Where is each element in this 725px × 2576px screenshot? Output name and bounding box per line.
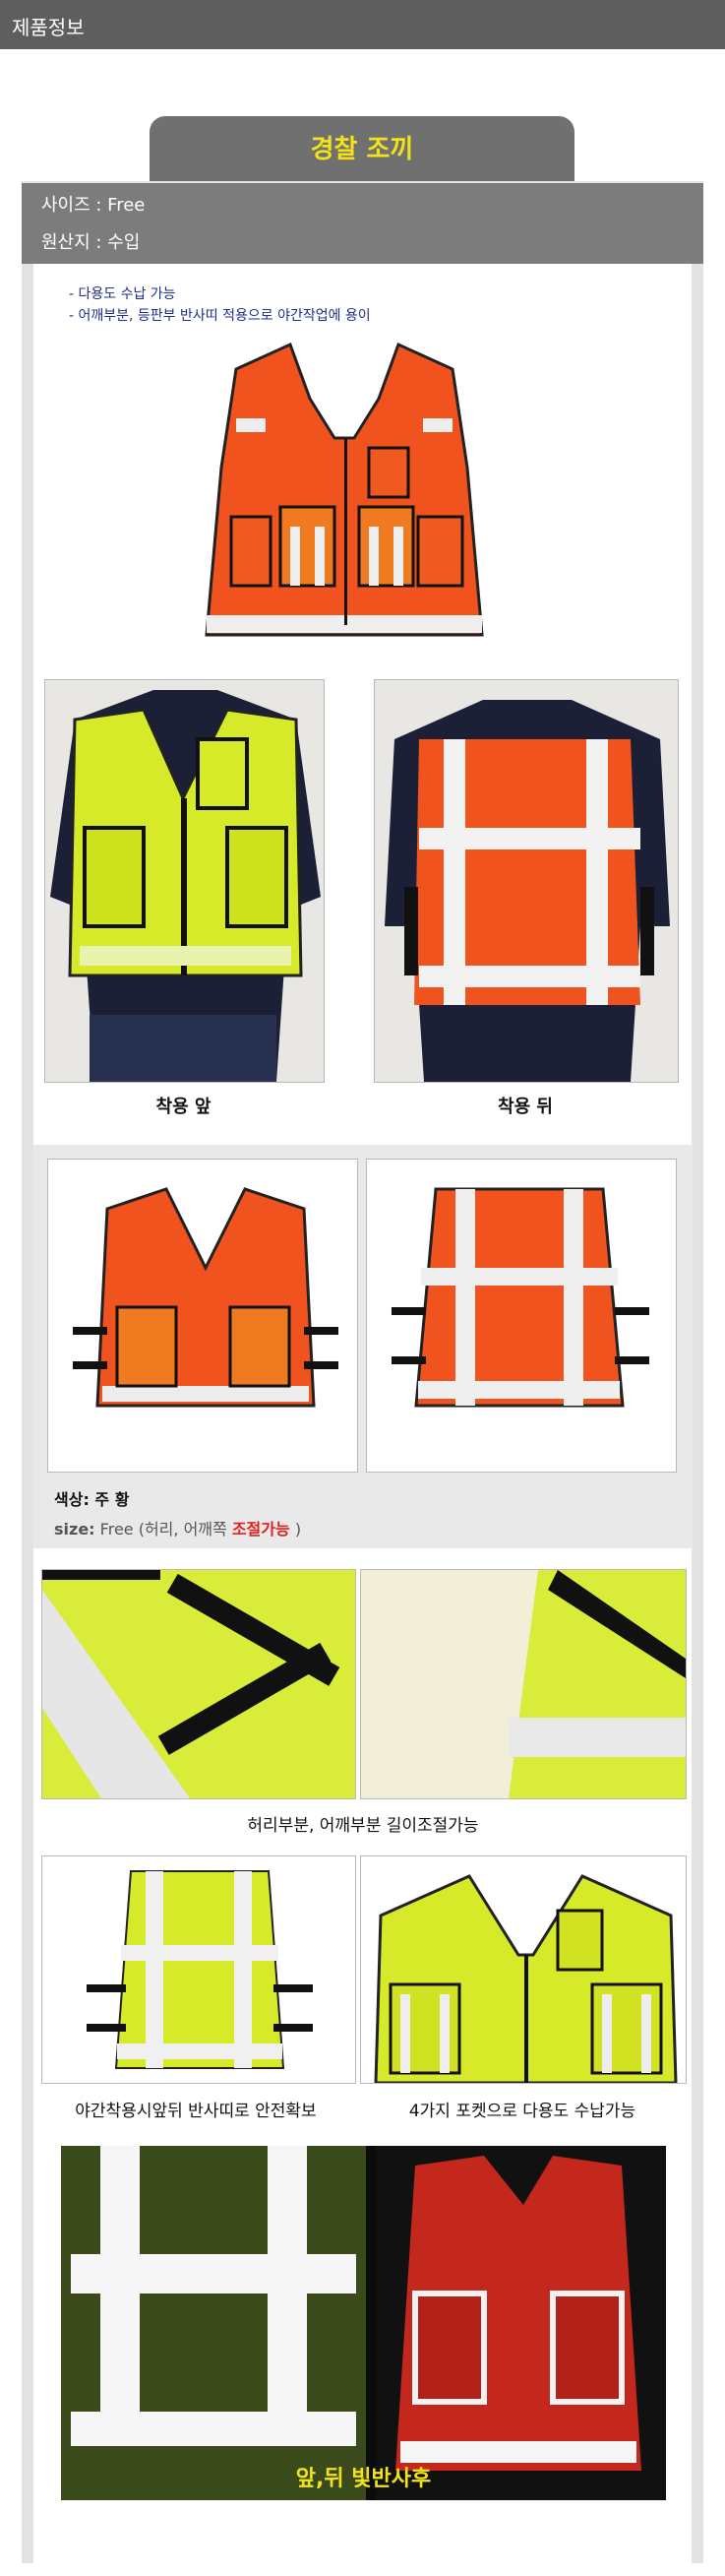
caption-night-safety: 야간착용시앞뒤 반사띠로 안전확보	[75, 2102, 317, 2121]
size-label: size:	[54, 1520, 95, 1539]
worn-front-photo	[44, 679, 325, 1083]
caption-reflect: 앞,뒤 빛반사후	[295, 2467, 432, 2491]
product-info-box: 사이즈 : Free 원산지 : 수입	[22, 183, 703, 264]
lime-vest-back-image	[41, 1855, 356, 2084]
orange-vest-back-image	[366, 1159, 677, 1473]
header-bar: 제품정보	[0, 0, 725, 49]
shoulder-velcro-closeup	[360, 1569, 687, 1799]
color-line: 색상: 주 황	[54, 1486, 129, 1510]
color-label: 색상:	[54, 1490, 90, 1509]
size-info: 사이즈 : Free	[41, 195, 146, 216]
waist-strap-closeup	[41, 1569, 356, 1799]
caption-pockets: 4가지 포켓으로 다용도 수납가능	[408, 2102, 636, 2121]
feature-item: - 어깨부분, 등판부 반사띠 적용으로 야간작업에 용이	[69, 308, 371, 324]
size-line: size: Free (허리, 어깨쪽 조절가능 )	[54, 1516, 301, 1539]
orange-vest-front-image	[47, 1159, 358, 1473]
lime-vest-front-image	[360, 1855, 687, 2084]
caption-adjust: 허리부분, 어깨부분 길이조절가능	[247, 1816, 479, 1836]
size-value: Free	[99, 1520, 134, 1539]
size-note-open: (허리, 어깨쪽	[138, 1520, 227, 1539]
color-value: 주 황	[94, 1490, 130, 1509]
worn-back-photo	[374, 679, 679, 1083]
caption-front: 착용 앞	[155, 1097, 211, 1117]
origin-info: 원산지 : 수입	[41, 232, 141, 253]
hero-vest-image	[197, 340, 492, 645]
night-reflective-photo	[61, 2146, 666, 2500]
header-title: 제품정보	[12, 16, 85, 39]
size-note-close: )	[294, 1520, 302, 1539]
feature-item: - 다용도 수납 가능	[69, 286, 176, 302]
size-note-highlight: 조절가능	[231, 1520, 290, 1539]
product-title: 경찰 조끼	[310, 135, 414, 164]
caption-back: 착용 뒤	[498, 1097, 553, 1117]
product-title-tab: 경찰 조끼	[150, 116, 574, 183]
